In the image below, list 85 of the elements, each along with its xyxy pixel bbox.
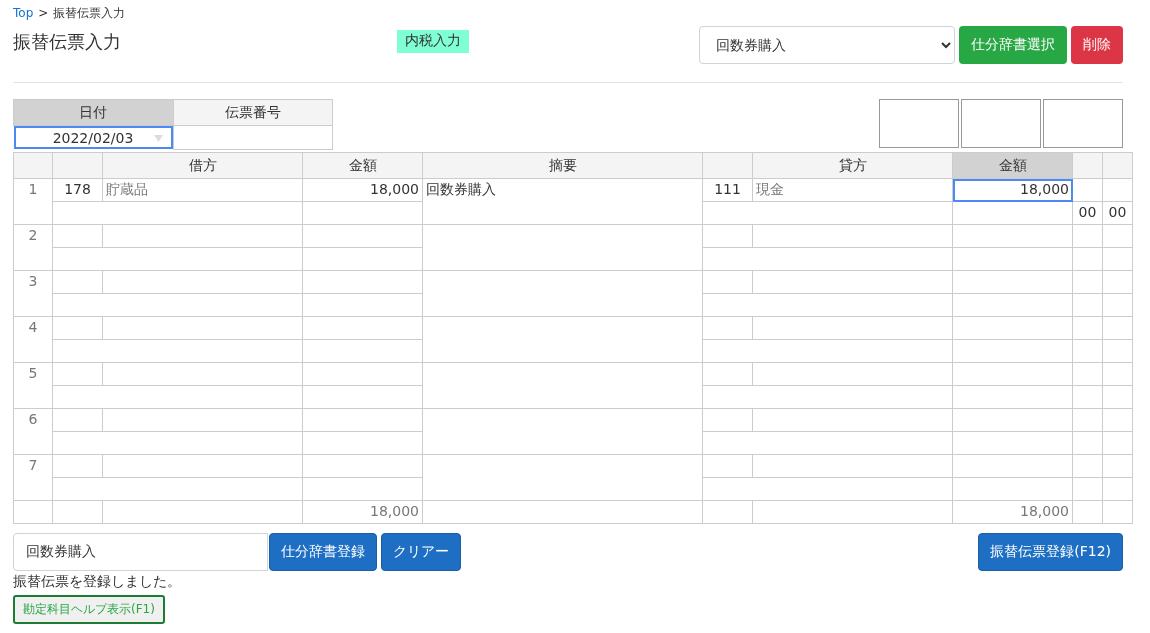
account-code-cell[interactable] <box>52 270 103 294</box>
date-field[interactable]: 2022/02/03 <box>13 126 173 149</box>
amount-cell[interactable] <box>302 362 423 386</box>
column-header: 借方 <box>102 152 303 179</box>
amount-cell[interactable] <box>952 224 1073 248</box>
column-header: 伝票番号 <box>173 99 333 126</box>
account-name-cell[interactable]: 現金 <box>752 178 953 202</box>
row-number: 5 <box>13 362 53 409</box>
dictionary-select-button[interactable]: 仕分辞書選択 <box>959 26 1067 64</box>
account-name-cell[interactable] <box>752 224 953 248</box>
summary-cell[interactable] <box>422 454 703 501</box>
column-header: 金額 <box>302 152 423 179</box>
credit-total: 18,000 <box>952 500 1073 524</box>
row-number: 1 <box>13 178 53 225</box>
amount-cell[interactable] <box>952 408 1073 432</box>
account-code-cell[interactable]: 111 <box>702 178 753 202</box>
extra-cell: 00 <box>1072 201 1103 225</box>
account-help-button[interactable]: 勘定科目ヘルプ表示(F1) <box>13 595 165 624</box>
account-name-cell[interactable] <box>102 270 303 294</box>
breadcrumb-separator: > <box>38 6 49 20</box>
amount-cell[interactable] <box>302 316 423 340</box>
status-message: 振替伝票を登録しました。 <box>13 573 182 591</box>
column-header: 金額 <box>952 152 1073 179</box>
account-code-cell[interactable] <box>702 316 753 340</box>
extra-cell: 00 <box>1102 201 1133 225</box>
row-number: 6 <box>13 408 53 455</box>
row-number: 3 <box>13 270 53 317</box>
account-name-cell[interactable] <box>752 454 953 478</box>
amount-cell[interactable] <box>302 270 423 294</box>
account-name-cell[interactable] <box>102 224 303 248</box>
account-name-cell[interactable] <box>102 362 303 386</box>
account-name-cell[interactable] <box>102 454 303 478</box>
amount-cell[interactable]: 18,000 <box>952 178 1073 202</box>
account-code-cell[interactable]: 178 <box>52 178 103 202</box>
amount-cell[interactable] <box>302 408 423 432</box>
breadcrumb-current: 振替伝票入力 <box>53 4 126 22</box>
summary-cell[interactable] <box>422 362 703 409</box>
account-code-cell[interactable] <box>52 454 103 478</box>
dictionary-name-field[interactable]: 回数券購入 <box>13 533 268 571</box>
account-code-cell[interactable] <box>52 362 103 386</box>
account-name-cell[interactable] <box>752 362 953 386</box>
summary-cell[interactable] <box>422 270 703 317</box>
amount-cell[interactable] <box>952 316 1073 340</box>
account-name-cell[interactable] <box>752 408 953 432</box>
dropdown-triangle-icon <box>153 135 163 142</box>
tax-mode-label: 内税入力 <box>397 30 469 53</box>
account-code-cell[interactable] <box>52 224 103 248</box>
debit-total: 18,000 <box>302 500 423 524</box>
account-code-cell[interactable] <box>702 362 753 386</box>
breadcrumb-link[interactable]: Top <box>13 6 34 20</box>
amount-cell[interactable] <box>302 224 423 248</box>
summary-cell[interactable] <box>422 224 703 271</box>
account-code-cell[interactable] <box>702 270 753 294</box>
row-number: 4 <box>13 316 53 363</box>
amount-cell[interactable] <box>952 270 1073 294</box>
journal-dictionary-select[interactable]: 回数券購入 <box>699 26 955 64</box>
page-title: 振替伝票入力 <box>13 30 122 54</box>
column-header: 貸方 <box>752 152 953 179</box>
summary-cell[interactable] <box>422 316 703 363</box>
account-code-cell[interactable] <box>702 454 753 478</box>
account-code-cell[interactable] <box>52 316 103 340</box>
account-name-cell[interactable] <box>752 316 953 340</box>
account-code-cell[interactable] <box>52 408 103 432</box>
account-code-cell[interactable] <box>702 224 753 248</box>
summary-cell[interactable]: 回数券購入 <box>422 178 703 225</box>
date-value: 2022/02/03 <box>52 129 134 146</box>
amount-cell[interactable] <box>302 454 423 478</box>
clear-button[interactable]: クリアー <box>381 533 461 571</box>
column-header: 摘要 <box>422 152 703 179</box>
delete-button[interactable]: 削除 <box>1071 26 1123 64</box>
account-name-cell[interactable]: 貯蔵品 <box>102 178 303 202</box>
amount-cell[interactable] <box>952 362 1073 386</box>
row-number: 7 <box>13 454 53 501</box>
amount-cell[interactable] <box>952 454 1073 478</box>
submit-voucher-button[interactable]: 振替伝票登録(F12) <box>978 533 1123 571</box>
row-number: 2 <box>13 224 53 271</box>
account-name-cell[interactable] <box>102 408 303 432</box>
voucher-number-field[interactable] <box>173 125 333 149</box>
column-header: 日付 <box>13 99 173 126</box>
amount-cell[interactable]: 18,000 <box>302 178 423 202</box>
account-name-cell[interactable] <box>752 270 953 294</box>
account-name-cell[interactable] <box>102 316 303 340</box>
account-code-cell[interactable] <box>702 408 753 432</box>
dictionary-register-button[interactable]: 仕分辞書登録 <box>269 533 377 571</box>
summary-cell[interactable] <box>422 408 703 455</box>
